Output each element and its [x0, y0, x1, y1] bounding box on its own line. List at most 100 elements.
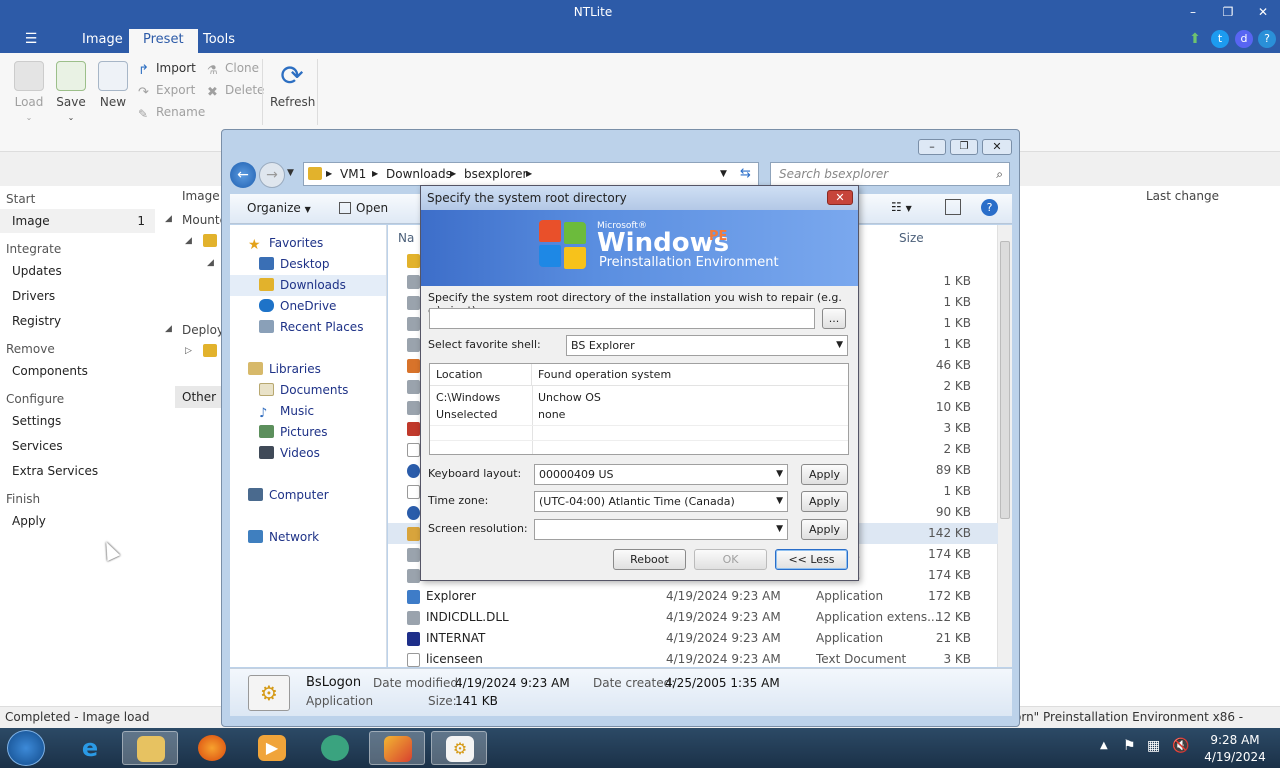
forward-button[interactable]: → — [259, 162, 285, 188]
os-row-name[interactable]: Unchow OS — [532, 389, 601, 406]
delete-button[interactable]: ✖ Delete — [207, 80, 264, 100]
preview-pane-icon[interactable] — [945, 199, 961, 215]
help-icon[interactable]: ? — [981, 199, 998, 216]
tray-expand-icon[interactable]: ▲ — [1100, 740, 1108, 751]
other-tab[interactable]: Other — [175, 386, 221, 408]
nav-recent-places[interactable]: Recent Places — [259, 317, 363, 338]
start-button[interactable] — [7, 730, 45, 766]
location-header[interactable]: Location — [430, 364, 532, 386]
nav-documents[interactable]: Documents — [259, 380, 348, 401]
breadcrumb-vm1[interactable]: VM1 — [340, 163, 366, 185]
breadcrumb-bsexplorer[interactable]: bsexplorer — [464, 163, 527, 185]
apply-keyboard-button[interactable]: Apply — [801, 464, 848, 485]
taskbar-ntlite[interactable] — [369, 731, 425, 765]
back-button[interactable]: ← — [230, 162, 256, 188]
organize-button[interactable]: Organize ▼ — [247, 201, 311, 215]
network-icon[interactable]: ▦ — [1147, 738, 1160, 754]
sidebar-item-components[interactable]: Components — [0, 359, 155, 383]
history-dropdown-icon[interactable]: ▼ — [287, 168, 294, 178]
scrollbar-thumb[interactable] — [1000, 241, 1010, 519]
expand-icon[interactable]: ◢ — [165, 324, 172, 334]
clock-time[interactable]: 9:28 AM — [1200, 733, 1270, 747]
browse-button[interactable]: ... — [822, 308, 846, 329]
clone-button[interactable]: ⚗ Clone — [207, 58, 259, 78]
less-button[interactable]: << Less — [775, 549, 848, 570]
file-row[interactable]: INDICDLL.DLL 4/19/2024 9:23 AM Application… — [388, 607, 998, 628]
explorer-maximize-button[interactable]: ❐ — [950, 139, 978, 155]
clock-date[interactable]: 4/19/2024 — [1200, 750, 1270, 764]
os-row-name[interactable]: none — [532, 406, 565, 423]
sidebar-item-services[interactable]: Services — [0, 434, 155, 458]
explorer-minimize-button[interactable]: – — [918, 139, 946, 155]
expand-icon[interactable]: ◢ — [207, 258, 214, 268]
file-row[interactable]: licenseen 4/19/2024 9:23 AM Text Document 3… — [388, 649, 998, 667]
twitter-icon[interactable]: t — [1211, 30, 1229, 48]
nav-libraries[interactable]: Libraries — [248, 359, 321, 380]
nav-network[interactable]: Network — [248, 527, 319, 548]
view-options-icon[interactable]: ☷ ▼ — [891, 200, 912, 214]
system-root-input[interactable] — [429, 308, 815, 329]
action-center-flag-icon[interactable]: ⚑ — [1123, 738, 1136, 754]
search-input[interactable]: Search bsexplorer ⌕ — [770, 162, 1010, 186]
vertical-scrollbar[interactable] — [997, 225, 1012, 667]
expand-icon[interactable]: ◢ — [165, 214, 172, 224]
taskbar-internet-explorer[interactable]: e — [62, 731, 118, 765]
name-column-header[interactable]: Na — [398, 231, 414, 245]
time-zone-select[interactable]: (UTC-04:00) Atlantic Time (Canada) ▼ — [534, 491, 788, 512]
maximize-button[interactable]: ❐ — [1215, 4, 1241, 20]
address-dropdown-icon[interactable]: ▼ — [720, 163, 727, 185]
deployed-group[interactable]: Deploy — [182, 323, 224, 337]
taskbar-app[interactable] — [307, 731, 363, 765]
update-arrow-icon[interactable]: ⬆ — [1186, 30, 1204, 48]
nav-music[interactable]: ♪ Music — [259, 401, 314, 422]
keyboard-layout-select[interactable]: 00000409 US ▼ — [534, 464, 788, 485]
import-button[interactable]: ↱ Import — [138, 58, 196, 78]
address-bar[interactable]: ▶ VM1 ▶ Downloads ▶ bsexplorer ▶ ▼ ⇆ — [303, 162, 759, 186]
sidebar-item-updates[interactable]: Updates — [0, 259, 155, 283]
tab-tools[interactable]: Tools — [189, 29, 249, 53]
nav-onedrive[interactable]: OneDrive — [259, 296, 336, 317]
os-row-location[interactable]: Unselected — [430, 406, 497, 423]
nav-downloads[interactable]: Downloads — [230, 275, 386, 296]
sidebar-item-image[interactable]: Image 1 — [0, 209, 155, 233]
nav-favorites[interactable]: ★ Favorites — [248, 233, 323, 254]
search-icon[interactable]: ⌕ — [996, 163, 1003, 185]
taskbar-firefox[interactable] — [184, 731, 240, 765]
new-button[interactable]: New — [93, 61, 133, 109]
refresh-icon[interactable]: ⇆ — [740, 163, 751, 185]
file-row[interactable]: Explorer 4/19/2024 9:23 AM Application 172 … — [388, 586, 998, 607]
nav-desktop[interactable]: Desktop — [259, 254, 330, 275]
sidebar-item-settings[interactable]: Settings — [0, 409, 155, 433]
close-button[interactable]: ✕ — [1250, 4, 1276, 20]
taskbar-file-explorer[interactable] — [122, 731, 178, 765]
file-row[interactable]: INTERNAT 4/19/2024 9:23 AM Application 21 K… — [388, 628, 998, 649]
rename-button[interactable]: ✎ Rename — [138, 102, 205, 122]
nav-videos[interactable]: Videos — [259, 443, 320, 464]
sidebar-item-registry[interactable]: Registry — [0, 309, 155, 333]
apply-time-zone-button[interactable]: Apply — [801, 491, 848, 512]
screen-resolution-select[interactable]: ▼ — [534, 519, 788, 540]
tab-image[interactable]: Image — [68, 29, 137, 53]
explorer-close-button[interactable]: ✕ — [982, 139, 1012, 155]
open-button[interactable]: Open — [339, 201, 388, 215]
taskbar-bslogon[interactable]: ⚙ — [431, 731, 487, 765]
menu-icon[interactable]: ☰ — [20, 30, 42, 48]
help-icon[interactable]: ? — [1258, 30, 1276, 48]
size-column-header[interactable]: Size — [899, 231, 924, 245]
collapse-icon[interactable]: ▷ — [185, 346, 192, 356]
sidebar-item-extra-services[interactable]: Extra Services — [0, 459, 155, 483]
apply-resolution-button[interactable]: Apply — [801, 519, 848, 540]
ok-button[interactable]: OK — [694, 549, 767, 570]
load-button[interactable]: Load ⌄ — [9, 61, 49, 123]
save-button[interactable]: Save ⌄ — [51, 61, 91, 123]
breadcrumb-downloads[interactable]: Downloads — [386, 163, 452, 185]
discord-icon[interactable]: d — [1235, 30, 1253, 48]
os-row-location[interactable]: C:\Windows — [430, 389, 500, 406]
export-button[interactable]: ↷ Export — [138, 80, 195, 100]
refresh-button[interactable]: ⟳ Refresh — [270, 61, 315, 110]
found-os-header[interactable]: Found operation system — [532, 364, 848, 386]
sidebar-item-drivers[interactable]: Drivers — [0, 284, 155, 308]
minimize-button[interactable]: – — [1180, 4, 1206, 20]
volume-muted-icon[interactable]: 🔇 — [1172, 738, 1189, 754]
expand-icon[interactable]: ◢ — [185, 236, 192, 246]
